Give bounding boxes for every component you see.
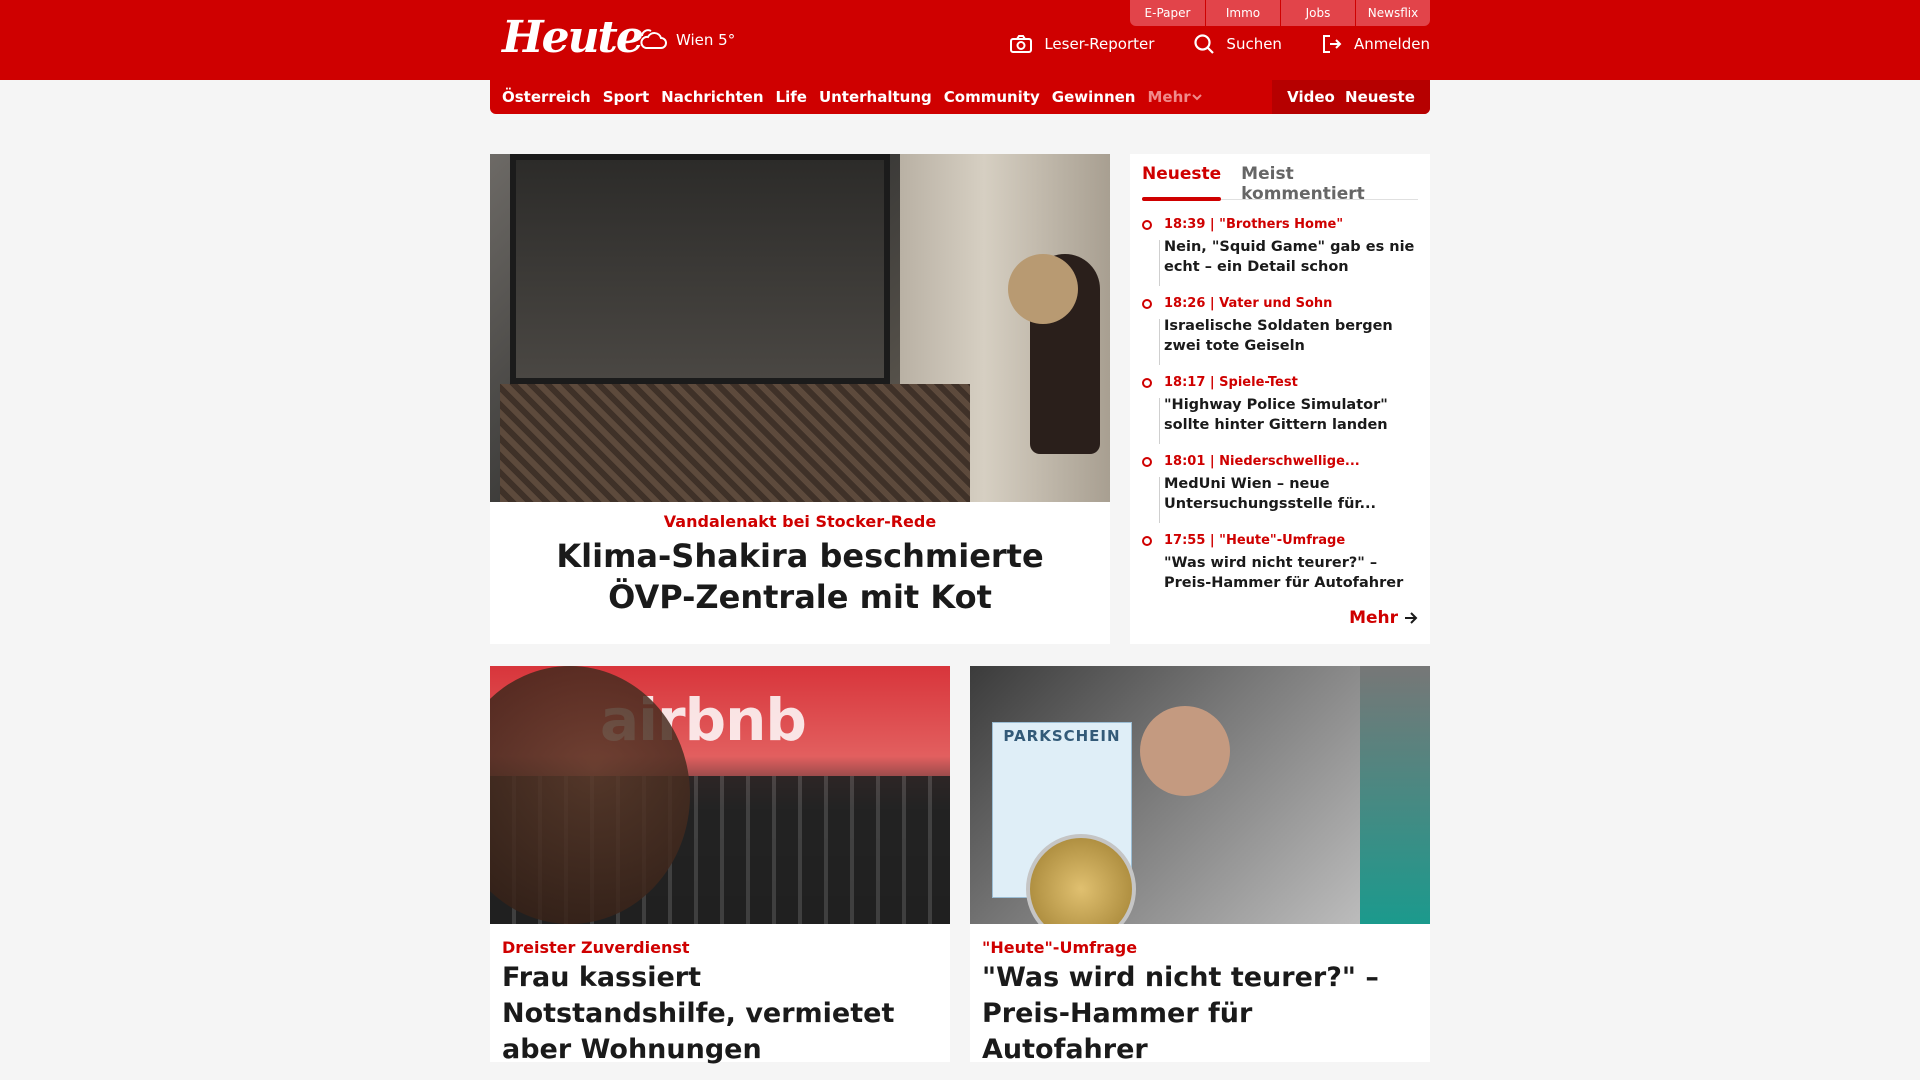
search-label: Suchen	[1226, 35, 1282, 53]
nav-latest[interactable]: Neueste	[1345, 88, 1415, 106]
nav-right-group: Video Neueste	[1272, 80, 1430, 114]
latest-news-sidebar: Neueste Meist kommentiert 18:39 | "Broth…	[1130, 154, 1430, 644]
nav-item-oesterreich[interactable]: Österreich	[502, 88, 591, 106]
weather-text: Wien 5°	[676, 31, 736, 49]
news-headline[interactable]: "Was wird nicht teurer?" – Preis-Hammer …	[1164, 553, 1422, 593]
top-link-jobs[interactable]: Jobs	[1280, 0, 1355, 26]
card-kicker: "Heute"-Umfrage	[982, 938, 1138, 957]
list-item[interactable]: 18:01 | Niederschwellige... MedUni Wien …	[1142, 453, 1422, 532]
image-person-hair	[1008, 254, 1078, 324]
arrow-right-icon	[1405, 612, 1418, 624]
image-reporter	[1360, 666, 1430, 924]
news-headline[interactable]: Nein, "Squid Game" gab es nie echt – ein…	[1164, 237, 1422, 277]
parking-ticket-text: PARKSCHEIN	[1003, 727, 1121, 745]
nav-item-gewinnen[interactable]: Gewinnen	[1052, 88, 1136, 106]
top-link-epaper[interactable]: E-Paper	[1130, 0, 1205, 26]
news-headline[interactable]: "Highway Police Simulator" sollte hinter…	[1164, 395, 1422, 435]
search-button[interactable]: Suchen	[1194, 34, 1282, 54]
header-inner: E-Paper Immo Jobs Newsflix Heute Wien 5°…	[490, 0, 1430, 80]
header-actions: Leser-Reporter Suchen Anmelden	[970, 34, 1430, 54]
cloud-sun-icon	[640, 29, 667, 49]
news-headline[interactable]: MedUni Wien – neue Untersuchungsstelle f…	[1164, 474, 1422, 514]
top-links: E-Paper Immo Jobs Newsflix	[1130, 0, 1430, 26]
feature-title[interactable]: Klima-Shakira beschmierte ÖVP-Zentrale m…	[520, 536, 1080, 618]
nav-video[interactable]: Video	[1287, 88, 1335, 106]
image-door	[510, 154, 890, 384]
card-title[interactable]: Frau kassiert Notstandshilfe, vermietet …	[502, 960, 942, 1068]
main-nav: Österreich Sport Nachrichten Life Unterh…	[490, 80, 1430, 114]
news-list: 18:39 | "Brothers Home" Nein, "Squid Gam…	[1142, 216, 1422, 611]
nav-item-community[interactable]: Community	[944, 88, 1040, 106]
article-card-umfrage[interactable]: PARKSCHEIN "Heute"-Umfrage "Was wird nic…	[970, 666, 1430, 1065]
news-headline[interactable]: Israelische Soldaten bergen zwei tote Ge…	[1164, 316, 1422, 356]
more-label: Mehr	[1349, 608, 1398, 628]
timeline-dot	[1142, 220, 1152, 230]
feature-kicker: Vandalenakt bei Stocker-Rede	[663, 512, 937, 531]
timeline-dot	[1142, 457, 1152, 467]
camera-icon	[1010, 35, 1033, 53]
card-image-parking[interactable]: PARKSCHEIN	[970, 666, 1430, 924]
list-item[interactable]: 18:26 | Vater und Sohn Israelische Solda…	[1142, 295, 1422, 374]
news-meta: 18:17 | Spiele-Test	[1164, 375, 1298, 390]
feature-image[interactable]	[490, 154, 1110, 502]
search-icon	[1194, 34, 1215, 54]
leser-reporter-button[interactable]: Leser-Reporter	[1010, 35, 1154, 53]
sidebar-more-link[interactable]: Mehr	[1349, 608, 1418, 628]
timeline-line	[1159, 398, 1160, 444]
news-meta: 17:55 | "Heute"-Umfrage	[1164, 533, 1346, 548]
timeline-line	[1159, 319, 1160, 365]
list-item[interactable]: 17:55 | "Heute"-Umfrage "Was wird nicht …	[1142, 532, 1422, 611]
tab-neueste[interactable]: Neueste	[1142, 164, 1222, 201]
image-doormat	[500, 384, 970, 502]
feature-article[interactable]: Vandalenakt bei Stocker-Rede Klima-Shaki…	[490, 154, 1110, 644]
site-logo[interactable]: Heute	[502, 12, 644, 63]
login-button[interactable]: Anmelden	[1322, 34, 1430, 54]
news-meta: 18:39 | "Brothers Home"	[1164, 217, 1344, 232]
nav-item-life[interactable]: Life	[776, 88, 807, 106]
card-image-airbnb[interactable]: airbnb	[490, 666, 950, 924]
timeline-line	[1159, 477, 1160, 523]
chevron-down-icon	[1191, 94, 1202, 101]
nav-item-nachrichten[interactable]: Nachrichten	[661, 88, 763, 106]
timeline-line	[1159, 240, 1160, 286]
nav-item-unterhaltung[interactable]: Unterhaltung	[819, 88, 932, 106]
timeline-dot	[1142, 536, 1152, 546]
list-item[interactable]: 18:39 | "Brothers Home" Nein, "Squid Gam…	[1142, 216, 1422, 295]
login-label: Anmelden	[1353, 35, 1430, 53]
timeline-dot	[1142, 299, 1152, 309]
nav-item-sport[interactable]: Sport	[603, 88, 649, 106]
login-icon	[1322, 35, 1342, 53]
sidebar-tabs: Neueste Meist kommentiert	[1142, 164, 1418, 204]
leser-reporter-label: Leser-Reporter	[1044, 35, 1155, 53]
nav-more-dropdown[interactable]: Mehr	[1147, 88, 1202, 106]
weather-widget[interactable]: Wien 5°	[638, 28, 735, 52]
news-meta: 18:01 | Niederschwellige...	[1164, 454, 1360, 469]
nav-more-label: Mehr	[1147, 88, 1191, 106]
tab-meist-kommentiert[interactable]: Meist kommentiert	[1241, 164, 1398, 204]
card-title[interactable]: "Was wird nicht teurer?" – Preis-Hammer …	[982, 960, 1422, 1068]
site-header: E-Paper Immo Jobs Newsflix Heute Wien 5°…	[0, 0, 1920, 80]
top-link-immo[interactable]: Immo	[1205, 0, 1280, 26]
top-link-newsflix[interactable]: Newsflix	[1355, 0, 1430, 26]
card-kicker: Dreister Zuverdienst	[502, 938, 690, 957]
news-meta: 18:26 | Vater und Sohn	[1164, 296, 1333, 311]
timeline-dot	[1142, 378, 1152, 388]
image-driver	[1140, 706, 1230, 796]
article-card-airbnb[interactable]: airbnb Dreister Zuverdienst Frau kassier…	[490, 666, 950, 1065]
list-item[interactable]: 18:17 | Spiele-Test "Highway Police Simu…	[1142, 374, 1422, 453]
